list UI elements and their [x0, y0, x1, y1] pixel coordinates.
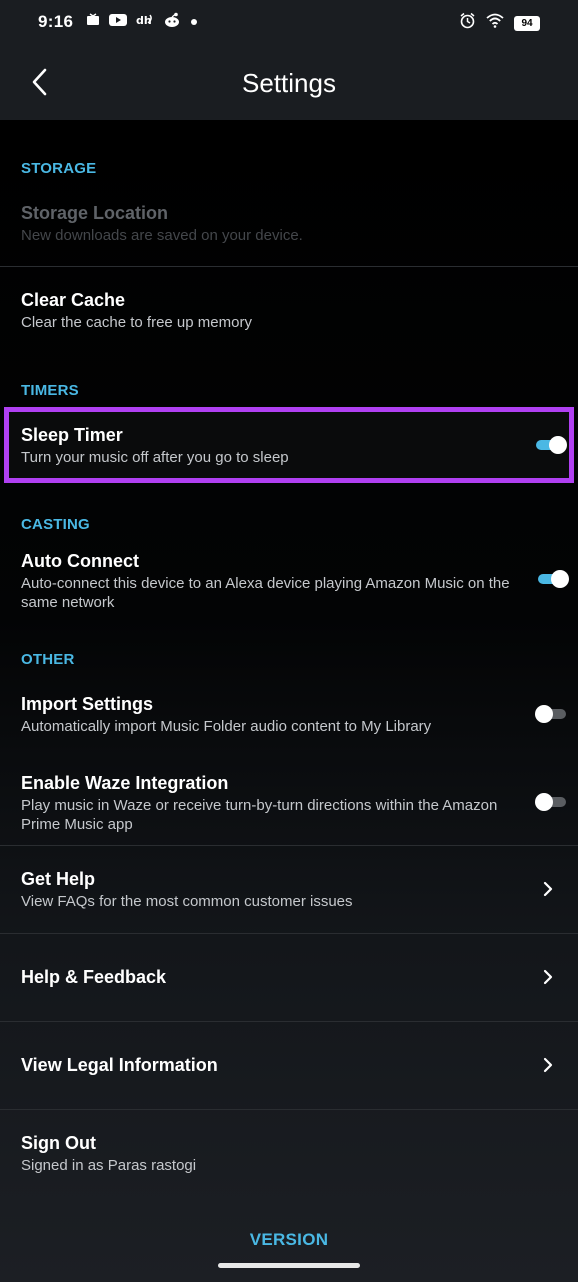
row-title: Sleep Timer [21, 425, 123, 445]
row-subtitle: Clear the cache to free up memory [21, 314, 252, 331]
page-title: Settings [242, 68, 336, 98]
chevron-right-icon [540, 968, 556, 986]
chevron-right-icon [540, 880, 556, 898]
media-icon [86, 12, 100, 32]
waze-toggle[interactable] [535, 793, 568, 811]
system-icons: 94 [459, 12, 540, 34]
chevron-right-icon [540, 1056, 556, 1074]
home-indicator[interactable] [218, 1263, 360, 1268]
settings-screen: 9:16 dh 94 Settings STORAGE Storage Loca… [0, 0, 578, 1282]
toggle-knob [535, 793, 553, 811]
row-legal-information[interactable]: View Legal Information [0, 1022, 578, 1109]
row-sign-out[interactable]: Sign Out Signed in as Paras rastogi [0, 1110, 578, 1197]
row-title: Auto Connect [21, 551, 139, 571]
row-help-feedback[interactable]: Help & Feedback [0, 934, 578, 1021]
reddit-icon [163, 12, 181, 33]
section-header-storage: STORAGE [21, 160, 97, 177]
row-subtitle: Signed in as Paras rastogi [21, 1157, 197, 1174]
row-sleep-timer[interactable]: Sleep Timer Turn your music off after yo… [0, 412, 578, 478]
row-subtitle: Auto-connect this device to an Alexa dev… [21, 575, 510, 611]
row-title: Enable Waze Integration [21, 773, 229, 793]
row-waze-integration[interactable]: Enable Waze Integration Play music in Wa… [0, 760, 578, 844]
import-settings-toggle[interactable] [535, 705, 568, 723]
status-time: 9:16 [38, 12, 74, 31]
notification-icons: dh [86, 12, 198, 33]
app-header: Settings [0, 44, 578, 120]
row-title: View Legal Information [21, 1055, 218, 1075]
row-storage-location: Storage Location New downloads are saved… [0, 190, 578, 266]
row-clear-cache[interactable]: Clear Cache Clear the cache to free up m… [0, 267, 578, 357]
battery-icon: 94 [514, 15, 540, 31]
settings-list: STORAGE Storage Location New downloads a… [0, 120, 578, 1282]
section-header-other: OTHER [21, 651, 75, 668]
row-title: Help & Feedback [21, 967, 167, 987]
row-title: Get Help [21, 869, 96, 889]
row-auto-connect[interactable]: Auto Connect Auto-connect this device to… [0, 540, 578, 620]
row-import-settings[interactable]: Import Settings Automatically import Mus… [0, 680, 578, 750]
section-header-casting: CASTING [21, 516, 90, 533]
alarm-icon [459, 12, 476, 34]
toggle-knob [535, 705, 553, 723]
link-icon: dh [136, 13, 154, 32]
row-subtitle: Play music in Waze or receive turn-by-tu… [21, 797, 498, 833]
row-subtitle: New downloads are saved on your device. [21, 227, 303, 244]
row-title: Sign Out [21, 1133, 96, 1153]
row-subtitle: Automatically import Music Folder audio … [21, 718, 432, 735]
status-bar: 9:16 dh 94 [0, 0, 578, 44]
row-subtitle: View FAQs for the most common customer i… [21, 893, 353, 910]
youtube-icon [109, 13, 127, 32]
wifi-icon [486, 13, 504, 33]
row-title: Storage Location [21, 203, 169, 223]
auto-connect-toggle[interactable] [538, 570, 569, 588]
version-label: VERSION [249, 1230, 329, 1249]
row-title: Import Settings [21, 694, 154, 714]
svg-text:dh: dh [136, 14, 152, 27]
row-subtitle: Turn your music off after you go to slee… [21, 449, 289, 466]
dot-icon [190, 13, 198, 31]
section-header-timers: TIMERS [21, 382, 79, 399]
sleep-timer-toggle[interactable] [536, 436, 567, 454]
toggle-knob [551, 570, 569, 588]
row-title: Clear Cache [21, 290, 126, 310]
row-get-help[interactable]: Get Help View FAQs for the most common c… [0, 846, 578, 933]
toggle-knob [549, 436, 567, 454]
